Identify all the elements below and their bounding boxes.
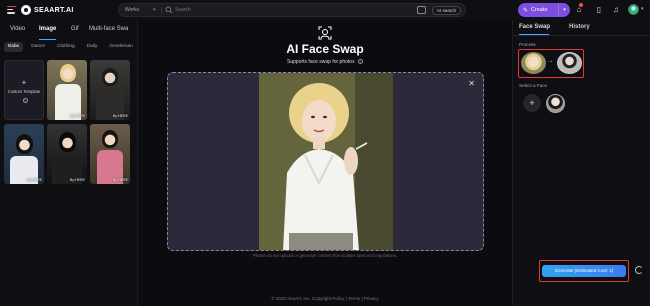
footer: © 2025 SeaArt, Inc. Copyright Policy | T… bbox=[271, 296, 379, 301]
logo-text: SEAART.AI bbox=[34, 6, 74, 14]
custom-template-button[interactable]: + Custom Template i bbox=[4, 60, 44, 120]
uploaded-photo bbox=[259, 73, 393, 250]
process-preview: ⇢ bbox=[518, 49, 584, 78]
chip-babe[interactable]: Babe bbox=[4, 42, 24, 52]
subtitle-text: Supports face swap for photos bbox=[287, 59, 355, 65]
template-card[interactable]: By:HERE bbox=[4, 124, 44, 184]
target-face-thumbnail[interactable] bbox=[557, 52, 582, 74]
generate-highlight: Generate (Estimated Cost: 1) bbox=[539, 260, 629, 282]
tab-gif[interactable]: Gif bbox=[71, 26, 79, 32]
chevron-down-icon[interactable]: ▾ bbox=[641, 6, 644, 12]
chip-daily[interactable]: Daily bbox=[83, 42, 102, 52]
portrait-image bbox=[259, 73, 393, 250]
media-tabs: Video Image Gif Multi-face Swa bbox=[0, 23, 138, 41]
magic-wand-icon: ✎ bbox=[523, 7, 529, 14]
upload-area[interactable]: ✕ bbox=[167, 72, 484, 251]
settings-panel: Face Swap History Process ⇢ Select a Fac… bbox=[512, 20, 650, 306]
top-bar: SEAART.AI Works ▾ Search AI search ✎ Cre… bbox=[0, 0, 650, 20]
page-subtitle: Supports face swap for photos i bbox=[138, 59, 512, 65]
plus-icon: + bbox=[21, 78, 27, 87]
close-icon[interactable]: ✕ bbox=[468, 79, 475, 88]
refresh-icon[interactable] bbox=[635, 266, 643, 274]
image-search-icon[interactable] bbox=[417, 6, 426, 14]
main-content: AI Face Swap Supports face swap for phot… bbox=[138, 20, 512, 306]
tab-face-swap[interactable]: Face Swap bbox=[519, 24, 550, 30]
add-face-button[interactable]: + bbox=[523, 94, 541, 112]
search-bar[interactable]: Works ▾ Search AI search bbox=[118, 3, 466, 17]
custom-template-label: Custom Template bbox=[7, 89, 41, 94]
template-thumbnail bbox=[60, 64, 76, 82]
process-label: Process bbox=[519, 42, 536, 47]
template-thumbnail bbox=[16, 134, 33, 154]
info-icon: i bbox=[23, 98, 28, 103]
arrow-right-icon: ⇢ bbox=[548, 59, 553, 65]
tab-history[interactable]: History bbox=[569, 24, 590, 30]
search-scope-select[interactable]: Works bbox=[125, 7, 139, 13]
create-button[interactable]: ✎ Create ▾ bbox=[518, 3, 570, 17]
generate-button[interactable]: Generate (Estimated Cost: 1) bbox=[542, 265, 626, 277]
menu-icon[interactable] bbox=[7, 6, 16, 14]
chip-gentleman[interactable]: Gentleman bbox=[105, 42, 136, 52]
template-card[interactable]: By:HERE bbox=[47, 60, 87, 120]
avatar[interactable] bbox=[628, 4, 639, 15]
source-face-thumbnail[interactable] bbox=[521, 52, 546, 74]
template-card[interactable]: By:HERE bbox=[90, 60, 130, 120]
active-tab-indicator bbox=[39, 39, 56, 41]
template-author: By:HERE bbox=[112, 178, 128, 182]
notification-badge bbox=[579, 3, 583, 7]
template-author: By:HERE bbox=[112, 114, 128, 118]
logo-icon bbox=[21, 5, 31, 15]
bell-icon[interactable]: ♫ bbox=[611, 5, 621, 15]
face-option[interactable] bbox=[546, 94, 565, 113]
chip-dance[interactable]: Dance bbox=[27, 42, 49, 52]
select-face-label: Select a Face bbox=[519, 83, 548, 88]
search-divider bbox=[161, 7, 162, 14]
template-thumbnail bbox=[102, 130, 118, 148]
category-chips: Babe Dance Clothing Daily Gentleman bbox=[4, 42, 137, 53]
tablet-icon[interactable]: ▯ bbox=[594, 5, 604, 15]
tab-multi-face-swap[interactable]: Multi-face Swa bbox=[89, 26, 128, 32]
tab-divider bbox=[513, 35, 650, 36]
chip-clothing[interactable]: Clothing bbox=[53, 42, 79, 52]
chevron-down-icon: ▾ bbox=[153, 7, 156, 13]
face-swap-icon bbox=[318, 26, 332, 40]
template-author: By:HERE bbox=[69, 178, 85, 182]
page-title: AI Face Swap bbox=[286, 42, 364, 56]
template-thumbnail bbox=[59, 132, 76, 152]
template-card[interactable]: By:HERE bbox=[47, 124, 87, 184]
info-icon: i bbox=[357, 59, 363, 65]
search-icon bbox=[165, 6, 173, 14]
logo[interactable]: SEAART.AI bbox=[21, 5, 74, 15]
template-card[interactable]: By:HERE bbox=[90, 124, 130, 184]
ai-search-button[interactable]: AI search bbox=[432, 6, 462, 15]
tab-image[interactable]: Image bbox=[39, 26, 56, 32]
template-author: By:HERE bbox=[26, 178, 42, 182]
template-panel: Video Image Gif Multi-face Swa Babe Danc… bbox=[0, 20, 138, 306]
create-label: Create bbox=[531, 7, 548, 13]
template-author: By:HERE bbox=[69, 114, 85, 118]
search-input[interactable]: Search bbox=[175, 7, 191, 13]
tab-video[interactable]: Video bbox=[10, 26, 25, 32]
disclaimer-text: Please do not upload or generate content… bbox=[252, 253, 398, 258]
template-thumbnail bbox=[102, 68, 118, 86]
chevron-down-icon[interactable]: ▾ bbox=[558, 3, 570, 17]
